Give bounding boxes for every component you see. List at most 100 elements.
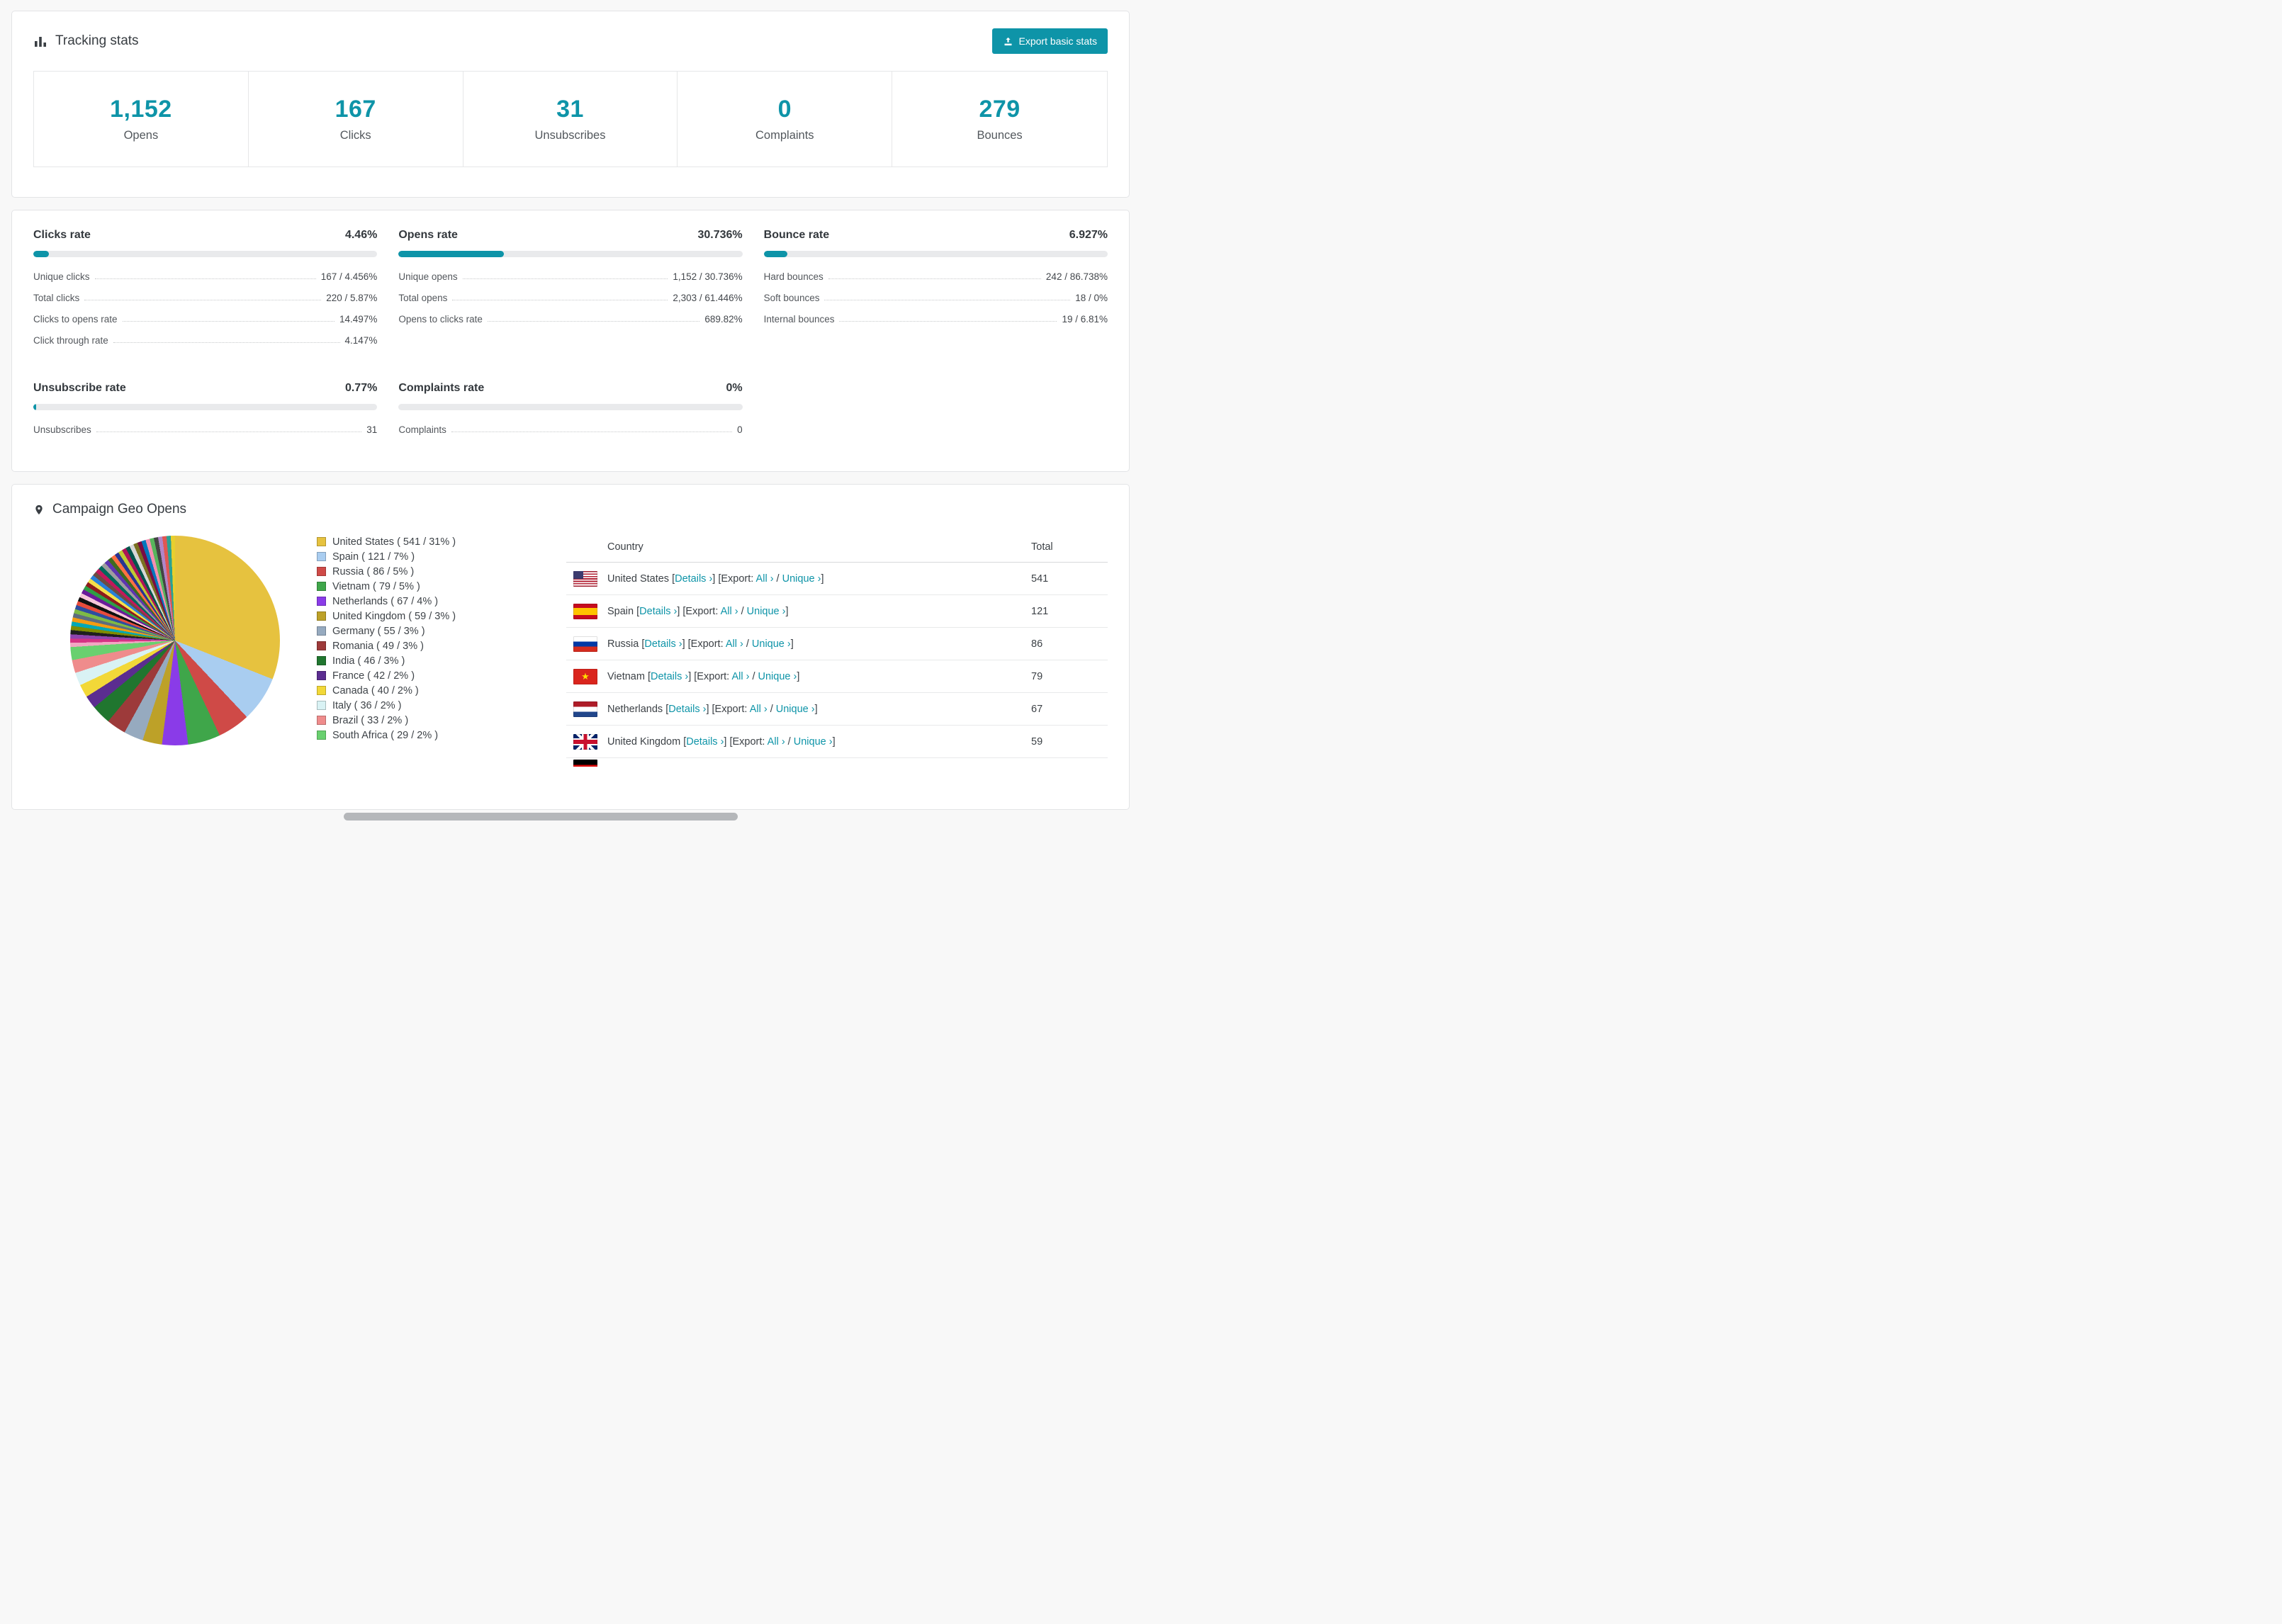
export-unique-link[interactable]: Unique › [752,638,791,650]
export-all-link[interactable]: All › [756,573,774,585]
tracking-stats-title: Tracking stats [55,33,139,48]
export-unique-link[interactable]: Unique › [747,606,786,617]
table-row-text: / [773,573,782,585]
stat-box-unsubscribes: 31 Unsubscribes [463,72,678,167]
details-link[interactable]: Details › [639,606,677,617]
flag-es-icon [573,603,597,619]
dotted-leader [839,320,1057,322]
details-link[interactable]: Details › [668,704,706,715]
legend-label: France ( 42 / 2% ) [332,670,415,682]
legend-label: India ( 46 / 3% ) [332,655,405,667]
legend-item: India ( 46 / 3% ) [317,653,566,668]
rate-value: 0% [726,382,743,394]
rates-grid: Clicks rate 4.46% Unique clicks 167 / 4.456… [33,229,1108,440]
export-all-link[interactable]: All › [750,704,768,715]
export-unique-link[interactable]: Unique › [758,671,797,682]
legend-item: Germany ( 55 / 3% ) [317,624,566,638]
rate-value: 6.927% [1069,229,1108,241]
legend-item: United States ( 541 / 31% ) [317,534,566,549]
rate-row: Unique clicks 167 / 4.456% [33,266,377,287]
rate-panel-clicks-rate: Clicks rate 4.46% Unique clicks 167 / 4.456… [33,229,378,351]
export-unique-link[interactable]: Unique › [776,704,815,715]
rate-row-value: 14.497% [339,313,378,325]
legend-item: South Africa ( 29 / 2% ) [317,728,566,743]
export-basic-stats-label: Export basic stats [1018,35,1098,47]
legend-label: Russia ( 86 / 5% ) [332,565,415,577]
dotted-leader [113,342,340,343]
country-name: Spain [607,605,637,617]
legend-item: Romania ( 49 / 3% ) [317,638,566,653]
location-pin-icon [33,502,45,517]
geo-opens-title: Campaign Geo Opens [52,502,187,517]
country-name: Vietnam [607,670,648,682]
stat-value: 1,152 [110,96,172,123]
export-icon [1003,36,1013,47]
horizontal-scrollbar-thumb[interactable] [344,813,738,821]
table-row-text: ] [821,573,824,585]
stat-box-opens: 1,152 Opens [34,72,249,167]
details-link[interactable]: Details › [651,671,688,682]
dotted-leader [462,278,668,279]
legend-swatch [317,567,326,576]
flag-de-icon [573,760,597,767]
rate-panel-bounce-rate: Bounce rate 6.927% Hard bounces 242 / 86.73… [763,229,1108,351]
export-all-link[interactable]: All › [721,606,738,617]
details-link[interactable]: Details › [644,638,682,650]
table-row-text: ] [832,735,836,748]
rate-row: Total clicks 220 / 5.87% [33,287,377,308]
stat-label: Opens [123,129,159,142]
export-unique-link[interactable]: Unique › [794,736,833,748]
stat-value: 167 [335,96,376,123]
rate-row: Unsubscribes 31 [33,419,377,440]
rate-row: Clicks to opens rate 14.497% [33,308,377,329]
table-row-text: ] [Export: [724,735,768,748]
country-name: United States [607,573,673,585]
legend-label: Netherlands ( 67 / 4% ) [332,595,439,607]
legend-label: United States ( 541 / 31% ) [332,536,456,548]
legend-item: United Kingdom ( 59 / 3% ) [317,609,566,624]
stat-value: 279 [979,96,1021,123]
table-row: Spain [Details ›] [Export: All › / Uniqu… [566,595,1108,628]
geo-opens-card: Campaign Geo Opens United States ( 541 /… [11,484,1130,810]
rate-row: Click through rate 4.147% [33,329,377,351]
flag-vn-icon [573,668,597,684]
table-row: Vietnam [Details ›] [Export: All › / Uni… [566,660,1108,693]
progress-fill [398,251,505,257]
stat-value: 0 [777,96,792,123]
country-total: 59 [1031,735,1043,748]
table-row-text: ] [Export: [682,638,726,650]
export-all-link[interactable]: All › [731,671,749,682]
rate-row-label: Unsubscribes [33,424,91,435]
rate-title: Opens rate [398,229,458,241]
flag-ru-icon [573,636,597,652]
legend-swatch [317,686,326,695]
table-row-text: ] [Export: [706,703,750,715]
rate-row: Internal bounces 19 / 6.81% [764,308,1108,329]
rate-row-label: Soft bounces [763,292,820,303]
flag-us-icon [573,570,597,587]
legend-item: France ( 42 / 2% ) [317,668,566,683]
flag-gb-icon [573,733,597,750]
legend-swatch [317,582,326,591]
details-link[interactable]: Details › [675,573,712,585]
export-all-link[interactable]: All › [726,638,743,650]
stat-box-bounces: 279 Bounces [892,72,1107,167]
rate-value: 4.46% [344,229,378,241]
progress-bar [398,251,743,257]
dotted-leader [487,320,700,322]
rate-row-value: 31 [366,424,378,435]
table-row-text: ] [Export: [712,573,756,585]
stat-box-clicks: 167 Clicks [249,72,463,167]
legend-item: Brazil ( 33 / 2% ) [317,713,566,728]
export-all-link[interactable]: All › [768,736,785,748]
details-link[interactable]: Details › [686,736,724,748]
rate-title: Bounce rate [763,229,830,241]
export-basic-stats-button[interactable]: Export basic stats [991,28,1108,54]
export-unique-link[interactable]: Unique › [782,573,821,585]
legend-item: Spain ( 121 / 7% ) [317,549,566,564]
country-total: 541 [1031,573,1049,585]
tracking-stats-card: Tracking stats Export basic stats 1,152 O… [11,11,1130,198]
legend-label: Spain ( 121 / 7% ) [332,551,415,563]
rate-row-value: 1,152 / 30.736% [673,271,743,282]
rate-row-label: Unique clicks [33,271,90,282]
